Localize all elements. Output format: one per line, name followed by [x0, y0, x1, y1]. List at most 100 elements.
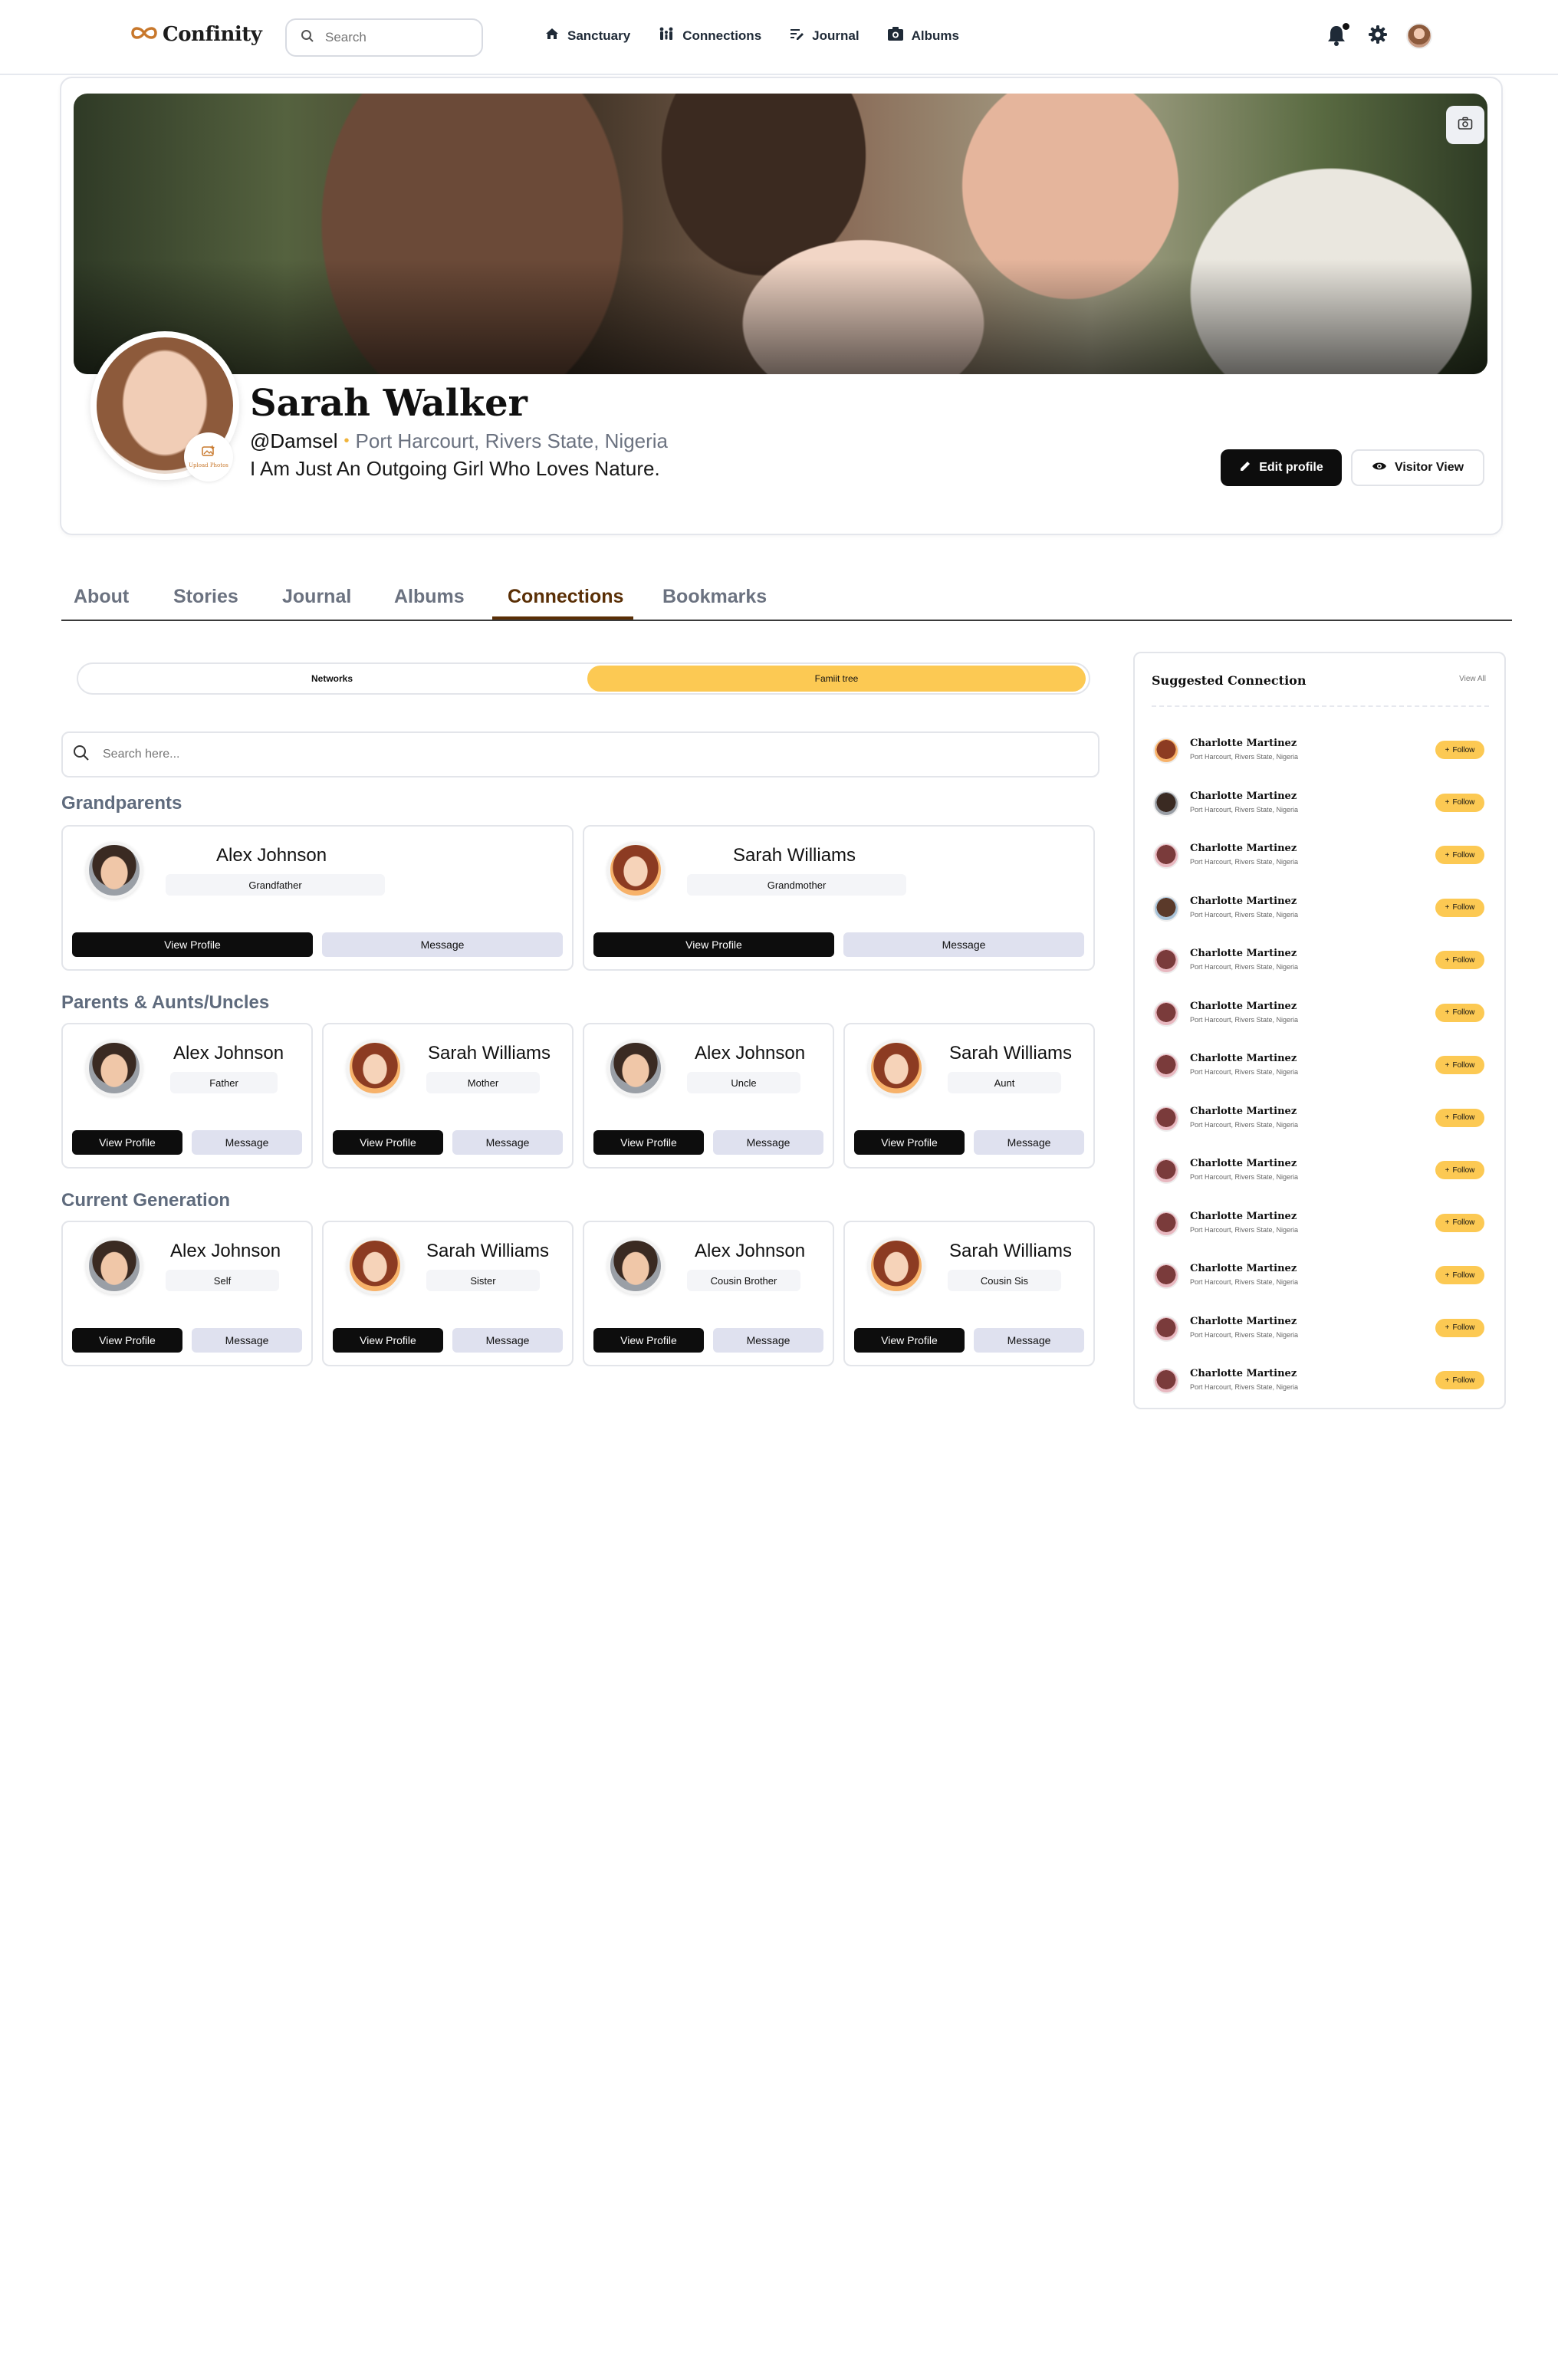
message-button[interactable]: Message	[974, 1130, 1084, 1155]
suggested-avatar[interactable]	[1153, 1263, 1179, 1289]
visitor-view-button[interactable]: Visitor View	[1351, 449, 1484, 486]
settings-button[interactable]	[1368, 25, 1388, 48]
suggested-avatar[interactable]	[1153, 1000, 1179, 1027]
follow-label: Follow	[1452, 745, 1475, 754]
member-avatar[interactable]	[607, 1040, 664, 1096]
suggested-avatar[interactable]	[1153, 790, 1179, 817]
suggested-avatar[interactable]	[1153, 1368, 1179, 1394]
view-profile-button[interactable]: View Profile	[333, 1130, 443, 1155]
tab-journal[interactable]: Journal	[282, 586, 351, 608]
brand-logo[interactable]: Confinity	[130, 23, 262, 46]
suggested-avatar[interactable]	[1153, 1053, 1179, 1079]
change-cover-button[interactable]	[1446, 106, 1484, 144]
global-search[interactable]	[285, 18, 483, 57]
member-card: Sarah Williams Cousin Sis View Profile M…	[843, 1221, 1095, 1366]
view-all-link[interactable]: View All	[1459, 675, 1486, 683]
message-button[interactable]: Message	[452, 1328, 563, 1353]
member-avatar[interactable]	[86, 1238, 143, 1294]
suggested-avatar[interactable]	[1153, 895, 1179, 922]
view-profile-button[interactable]: View Profile	[593, 1130, 704, 1155]
view-profile-button[interactable]: View Profile	[72, 1130, 182, 1155]
suggested-avatar[interactable]	[1153, 1105, 1179, 1132]
profile-card: Upload Photos Sarah Walker @Damsel • Por…	[60, 77, 1503, 535]
message-button[interactable]: Message	[713, 1130, 823, 1155]
tab-bookmarks[interactable]: Bookmarks	[662, 586, 767, 608]
cover-gradient	[74, 259, 1487, 374]
message-button[interactable]: Message	[974, 1328, 1084, 1353]
follow-button[interactable]: + Follow	[1435, 1371, 1484, 1389]
follow-button[interactable]: + Follow	[1435, 741, 1484, 759]
suggested-item: Charlotte Martinez Port Harcourt, Rivers …	[1153, 943, 1491, 977]
follow-button[interactable]: + Follow	[1435, 1266, 1484, 1284]
member-search-input[interactable]	[103, 748, 1023, 761]
follow-button[interactable]: + Follow	[1435, 1108, 1484, 1127]
member-role-badge: Self	[166, 1270, 279, 1291]
view-profile-button[interactable]: View Profile	[593, 1328, 704, 1353]
follow-button[interactable]: + Follow	[1435, 1213, 1484, 1232]
follow-button[interactable]: + Follow	[1435, 1318, 1484, 1337]
view-toggle: Networks Famiit tree	[77, 662, 1090, 695]
upload-photos-button[interactable]: Upload Photos	[184, 432, 233, 482]
follow-button[interactable]: + Follow	[1435, 793, 1484, 812]
follow-button[interactable]: + Follow	[1435, 1056, 1484, 1074]
networks-toggle[interactable]: Networks	[78, 664, 586, 693]
nav-albums-label: Albums	[911, 28, 959, 43]
member-avatar[interactable]	[868, 1040, 925, 1096]
suggested-avatar[interactable]	[1153, 1315, 1179, 1342]
suggested-item: Charlotte Martinez Port Harcourt, Rivers …	[1153, 996, 1491, 1030]
user-avatar[interactable]	[1406, 23, 1432, 49]
tab-connections[interactable]: Connections	[508, 586, 623, 608]
member-avatar[interactable]	[347, 1238, 403, 1294]
nav-connections[interactable]: Connections	[658, 26, 761, 45]
tab-stories[interactable]: Stories	[173, 586, 238, 608]
top-navbar: Confinity Sanctuary Connections Journal …	[0, 0, 1558, 75]
message-button[interactable]: Message	[192, 1328, 302, 1353]
suggested-avatar[interactable]	[1153, 948, 1179, 974]
view-profile-button[interactable]: View Profile	[593, 932, 834, 957]
follow-button[interactable]: + Follow	[1435, 846, 1484, 864]
suggested-avatar[interactable]	[1153, 843, 1179, 869]
follow-button[interactable]: + Follow	[1435, 1003, 1484, 1022]
suggested-name: Charlotte Martinez	[1190, 1000, 1297, 1012]
member-role-badge: Mother	[426, 1072, 540, 1093]
suggested-item: Charlotte Martinez Port Harcourt, Rivers …	[1153, 1048, 1491, 1082]
suggested-avatar[interactable]	[1153, 1210, 1179, 1237]
nav-journal[interactable]: Journal	[789, 26, 860, 45]
message-button[interactable]: Message	[322, 932, 563, 957]
nav-sanctuary[interactable]: Sanctuary	[544, 26, 630, 45]
message-button[interactable]: Message	[452, 1130, 563, 1155]
member-avatar[interactable]	[86, 842, 143, 899]
edit-profile-button[interactable]: Edit profile	[1221, 449, 1342, 486]
member-avatar[interactable]	[86, 1040, 143, 1096]
follow-button[interactable]: + Follow	[1435, 951, 1484, 969]
suggested-avatar[interactable]	[1153, 1158, 1179, 1184]
view-profile-button[interactable]: View Profile	[854, 1130, 965, 1155]
view-profile-button[interactable]: View Profile	[333, 1328, 443, 1353]
notifications-button[interactable]	[1326, 23, 1349, 49]
nav-albums[interactable]: Albums	[887, 26, 959, 45]
message-button[interactable]: Message	[192, 1130, 302, 1155]
follow-label: Follow	[1452, 1218, 1475, 1227]
suggested-name: Charlotte Martinez	[1190, 1210, 1297, 1222]
message-button[interactable]: Message	[843, 932, 1084, 957]
suggested-avatar[interactable]	[1153, 738, 1179, 764]
suggested-location: Port Harcourt, Rivers State, Nigeria	[1190, 910, 1299, 919]
member-avatar[interactable]	[607, 1238, 664, 1294]
follow-button[interactable]: + Follow	[1435, 1161, 1484, 1179]
view-profile-button[interactable]: View Profile	[72, 932, 313, 957]
follow-button[interactable]: + Follow	[1435, 898, 1484, 917]
message-button[interactable]: Message	[713, 1328, 823, 1353]
member-avatar[interactable]	[868, 1238, 925, 1294]
member-name: Sarah Williams	[949, 1241, 1073, 1261]
search-input[interactable]	[325, 30, 463, 45]
follow-label: Follow	[1452, 1271, 1475, 1280]
view-profile-button[interactable]: View Profile	[854, 1328, 965, 1353]
member-avatar[interactable]	[607, 842, 664, 899]
member-avatar[interactable]	[347, 1040, 403, 1096]
tab-about[interactable]: About	[74, 586, 129, 608]
nav-sanctuary-label: Sanctuary	[567, 28, 631, 43]
member-search[interactable]	[61, 731, 1099, 777]
tab-albums[interactable]: Albums	[394, 586, 465, 608]
family-tree-toggle[interactable]: Famiit tree	[587, 666, 1086, 692]
view-profile-button[interactable]: View Profile	[72, 1328, 182, 1353]
